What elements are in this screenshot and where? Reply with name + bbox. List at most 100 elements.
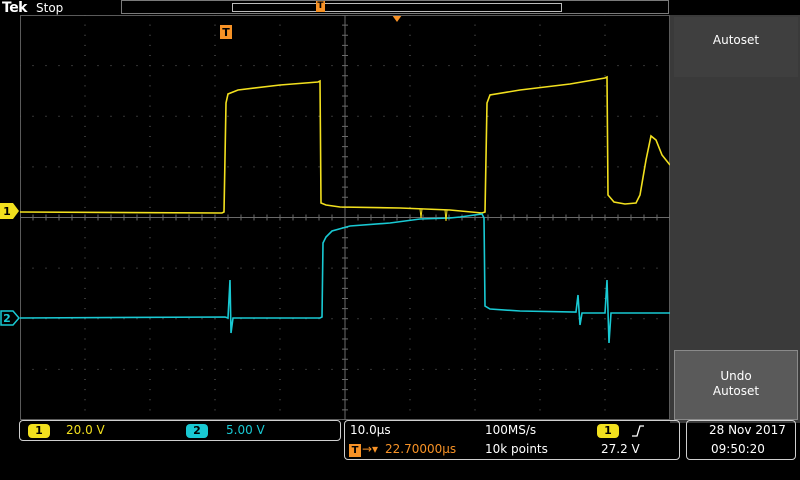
side-menu: Autoset Undo Autoset [670, 15, 800, 423]
undo-label-line1: Undo [720, 369, 752, 383]
grid-dot [630, 65, 632, 67]
grid-dot [578, 166, 580, 168]
grid-dot [461, 115, 463, 117]
grid-dot [370, 318, 372, 320]
grid-dot [461, 368, 463, 370]
grid-dot [448, 318, 450, 320]
grid-dot [526, 267, 528, 269]
ch2-badge[interactable]: 2 [186, 424, 208, 438]
grid-dot [513, 166, 515, 168]
grid-dot [162, 166, 164, 168]
grid-dot [279, 267, 281, 269]
grid-dot [201, 318, 203, 320]
grid-dot [45, 368, 47, 370]
grid-dot [474, 146, 476, 148]
grid-dot [318, 115, 320, 117]
grid-dot [175, 166, 177, 168]
channel-scale-readout[interactable]: 1 20.0 V 2 5.00 V [19, 420, 341, 441]
grid-dot [487, 65, 489, 67]
ch2-ground-marker[interactable]: 2 [0, 310, 20, 326]
grid-dot [591, 65, 593, 67]
grid-dot [539, 105, 541, 107]
svg-text:T: T [222, 26, 230, 39]
grid-dot [45, 166, 47, 168]
grid-dot [279, 358, 281, 360]
grid-dot [162, 368, 164, 370]
grid-dot [474, 55, 476, 56]
horizontal-trigger-readout[interactable]: 10.0µs T →▾ 22.70000µs 100MS/s 10k point… [344, 420, 680, 460]
grid-dot [149, 55, 151, 56]
grid-dot [604, 85, 606, 87]
grid-dot [214, 34, 216, 36]
grid-dot [409, 348, 411, 350]
grid-dot [84, 348, 86, 350]
trigger-level: 27.2 V [601, 442, 640, 456]
ch1-badge[interactable]: 1 [28, 424, 50, 438]
acquisition-state: Stop [36, 1, 64, 15]
grid-dot [591, 115, 593, 117]
grid-dot [149, 298, 151, 299]
grid-dot [292, 115, 294, 117]
grid-dot [422, 267, 424, 269]
grid-dot [604, 227, 606, 229]
grid-dot [279, 247, 281, 249]
grid-dot [71, 166, 73, 168]
grid-dot [500, 65, 502, 67]
grid-dot [292, 166, 294, 168]
grid-dot [591, 267, 593, 269]
grid-dot [305, 166, 307, 168]
grid-dot [409, 298, 411, 299]
grid-dot [149, 368, 151, 370]
grid-dot [513, 115, 515, 117]
grid-dot [318, 65, 320, 67]
grid-dot [474, 75, 476, 77]
grid-dot [84, 409, 86, 411]
grid-dot [656, 267, 658, 269]
grid-dot [396, 65, 398, 67]
grid-dot [604, 257, 606, 259]
grid-dot [539, 196, 541, 198]
grid-dot [422, 65, 424, 67]
grid-dot [539, 247, 541, 249]
grid-dot [214, 75, 216, 77]
grid-dot [357, 368, 359, 370]
grid-dot [149, 136, 151, 137]
grid-dot [149, 308, 151, 310]
grid-dot [279, 115, 281, 117]
grid-dot [279, 196, 281, 198]
grid-dot [123, 166, 125, 168]
trigger-delay: 22.70000µs [385, 442, 457, 456]
grid-dot [45, 267, 47, 269]
grid-dot [539, 277, 541, 279]
grid-dot [604, 196, 606, 198]
grid-dot [279, 227, 281, 229]
grid-dot [539, 136, 541, 137]
grid-dot [474, 105, 476, 107]
grid-dot [474, 156, 476, 158]
grid-dot [604, 176, 606, 178]
grid-dot [214, 85, 216, 87]
grid-dot [474, 409, 476, 411]
grid-dot [461, 318, 463, 320]
ch1-ground-marker[interactable]: 1 [0, 203, 20, 219]
grid-dot [617, 267, 619, 269]
grid-dot [149, 358, 151, 360]
grid-dot [500, 115, 502, 117]
grid-dot [149, 247, 151, 249]
datetime-readout[interactable]: 28 Nov 2017 09:50:20 [686, 420, 796, 460]
grid-dot [214, 338, 216, 340]
grid-dot [123, 368, 125, 370]
grid-dot [383, 115, 385, 117]
grid-dot [318, 166, 320, 168]
grid-dot [214, 389, 216, 391]
grid-dot [552, 368, 554, 370]
grid-dot [279, 348, 281, 350]
grid-dot [110, 368, 112, 370]
grid-dot [279, 287, 281, 289]
grid-dot [604, 348, 606, 350]
grid-dot [97, 65, 99, 67]
undo-autoset-button[interactable]: Undo Autoset [674, 350, 798, 420]
grid-dot [604, 368, 606, 370]
grid-dot [513, 368, 515, 370]
waveform-display[interactable]: T [20, 15, 670, 420]
